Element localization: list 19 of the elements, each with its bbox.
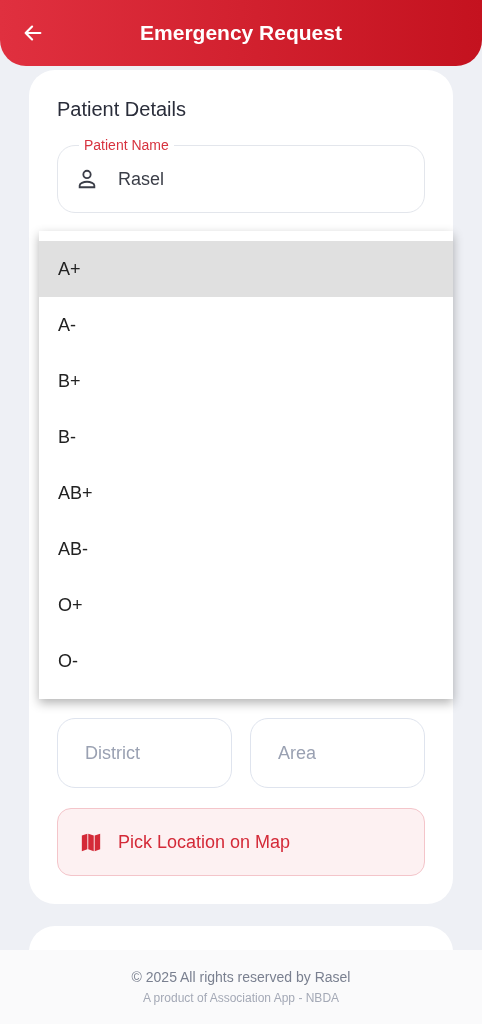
menu-option[interactable]: B+ — [39, 353, 453, 409]
district-field[interactable]: District — [57, 718, 232, 788]
menu-option[interactable]: O- — [39, 633, 453, 689]
menu-option[interactable]: A+ — [39, 241, 453, 297]
product-text: A product of Association App - NBDA — [142, 991, 340, 1005]
map-icon — [80, 831, 102, 853]
pick-location-button[interactable]: Pick Location on Map — [57, 808, 425, 876]
menu-option[interactable]: B- — [39, 409, 453, 465]
field-value: Rasel — [118, 168, 165, 190]
menu-option[interactable]: O+ — [39, 577, 453, 633]
field-label: Patient Name — [79, 137, 174, 153]
menu-option[interactable]: AB+ — [39, 465, 453, 521]
copyright-text: © 2025 All rights reserved by Rasel — [131, 969, 351, 985]
person-icon — [76, 168, 98, 190]
page-title: Emergency Request — [140, 21, 342, 45]
menu-option[interactable]: AB- — [39, 521, 453, 577]
area-field[interactable]: Area — [250, 718, 425, 788]
menu-option[interactable]: A- — [39, 297, 453, 353]
section-title: Patient Details — [57, 98, 187, 121]
